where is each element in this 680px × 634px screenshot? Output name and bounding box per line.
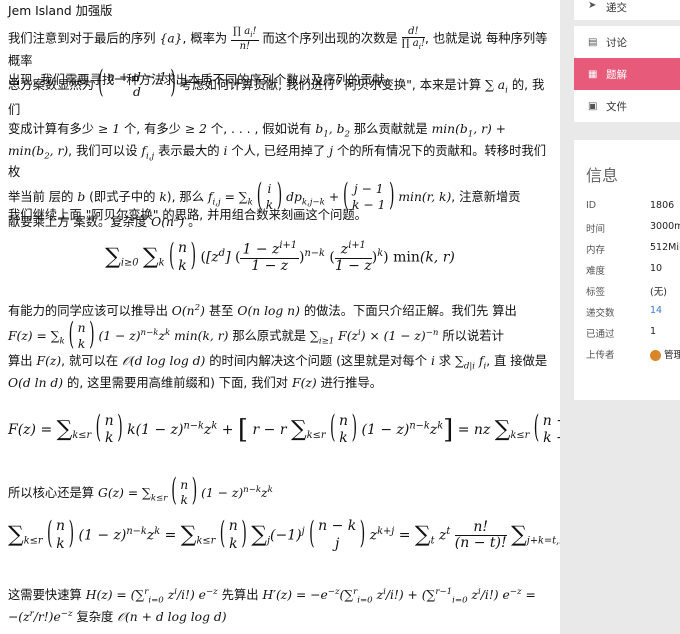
info-row-memory: 内存512MiB bbox=[586, 242, 680, 256]
paragraph-4: 有能力的同学应该可以推导出 O(n2) 甚至 O(n log n) 的做法。下面… bbox=[8, 302, 552, 393]
problem-title: Jem Island 加强版 bbox=[8, 4, 113, 18]
info-row-accepted: 已通过 1 bbox=[586, 326, 657, 340]
info-title: 信息 bbox=[586, 166, 619, 185]
formula-2: F(z) = ∑k≤r nk k(1 − z)n−kzk + [ r − r ∑… bbox=[8, 410, 560, 450]
comment-icon: ▤ bbox=[588, 36, 598, 48]
nav-card: ▤ 讨论 ▦ 题解 ▣ 文件 bbox=[574, 26, 680, 122]
nav-submit-label: 递交 bbox=[606, 2, 627, 14]
nav-solution[interactable]: ▦ 题解 bbox=[574, 58, 680, 90]
nav-solution-label: 题解 bbox=[606, 68, 627, 81]
nav-files-label: 文件 bbox=[606, 100, 627, 113]
info-row-submissions: 递交数 14 bbox=[586, 305, 663, 319]
problem-content: Jem Island 加强版 我们注意到对于最后的序列 {a}, 概率为 ∏ a… bbox=[0, 0, 560, 634]
info-row-time: 时间3000ms bbox=[586, 221, 680, 235]
info-row-difficulty: 难度 10 bbox=[586, 263, 663, 277]
send-icon: ➤ bbox=[588, 0, 597, 11]
paragraph-5: 所以核心还是算 G(z) = ∑k≤r nk (1 − z)n−kzk bbox=[8, 478, 552, 509]
file-icon: ▣ bbox=[588, 100, 598, 112]
submit-card: ➤ 递交 bbox=[574, 0, 680, 20]
nav-discuss-label: 讨论 bbox=[606, 36, 627, 49]
paragraph-3: 我们继续上面 "阿贝尔变换" 的思路, 并用组合数来刻画这个问题。 bbox=[8, 208, 367, 222]
nav-submit[interactable]: ➤ 递交 bbox=[574, 0, 680, 20]
sidebar: ➤ 递交 ▤ 讨论 ▦ 题解 ▣ 文件 信息 ID1806 时间3000ms 内… bbox=[560, 0, 680, 634]
paragraph-6: 这需要快速算 H(z) = (∑ri=0 zi/i!) e−z 先算出 H′(z… bbox=[8, 587, 536, 624]
nav-discuss[interactable]: ▤ 讨论 bbox=[574, 26, 680, 58]
book-icon: ▦ bbox=[588, 68, 598, 80]
info-card: 信息 ID1806 时间3000ms 内存512MiB 难度10 标签(无) 递… bbox=[574, 140, 680, 400]
info-row-tags: 标签 (无) bbox=[586, 287, 667, 298]
formula-3: ∑k≤r nk (1 − z)n−kzk = ∑k≤r nk ∑j(−1)j n… bbox=[8, 518, 560, 553]
nav-files[interactable]: ▣ 文件 bbox=[574, 90, 680, 122]
submissions-link[interactable]: 14 bbox=[650, 305, 662, 316]
info-row-uploader: 上传者 管理 bbox=[586, 347, 680, 361]
formula-1: ∑i≥0 ∑k nk ([zd] (1 − zi+11 − z)n−k (zi+… bbox=[0, 240, 560, 275]
avatar bbox=[650, 350, 661, 361]
info-row-id: ID 1806 bbox=[586, 200, 675, 211]
uploader-link[interactable]: 管理 bbox=[650, 347, 680, 361]
